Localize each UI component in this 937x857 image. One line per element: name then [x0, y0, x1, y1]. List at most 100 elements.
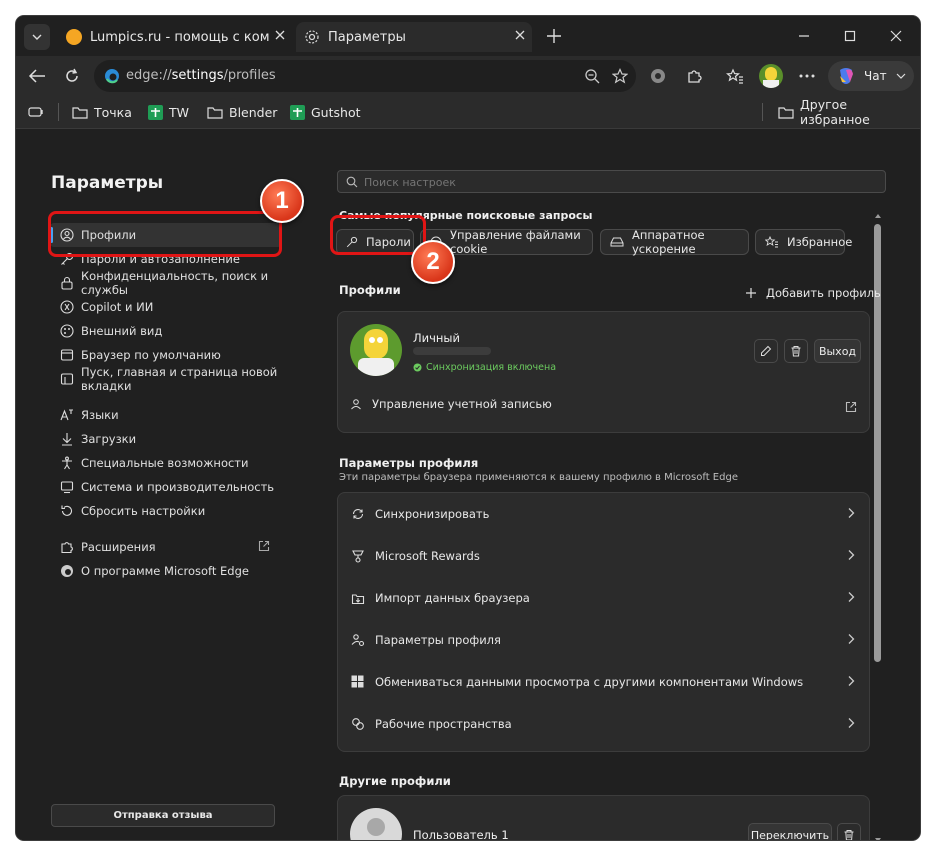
search-settings-field[interactable] [337, 170, 886, 193]
row-import[interactable]: Импорт данных браузера [338, 577, 869, 619]
favorite-item[interactable]: Точка [72, 103, 132, 121]
import-icon [351, 591, 365, 605]
extensions-icon[interactable] [686, 68, 702, 84]
row-rewards[interactable]: Microsoft Rewards [338, 535, 869, 577]
row-profile-preferences[interactable]: Параметры профиля [338, 619, 869, 661]
pencil-icon [761, 345, 772, 356]
step-badge-1: 1 [260, 179, 304, 223]
sidebar-item-extensions[interactable]: Расширения [50, 536, 282, 558]
row-windows-share[interactable]: Обмениваться данными просмотра с другими… [338, 661, 869, 703]
avatar-face [765, 67, 777, 81]
minimize-icon[interactable] [798, 30, 810, 42]
scrollbar[interactable] [873, 209, 883, 840]
home-icon [60, 372, 74, 386]
feedback-button[interactable]: Отправка отзыва [51, 804, 275, 827]
favorite-star-icon[interactable] [612, 68, 628, 84]
sheet-icon [148, 104, 163, 120]
avatar[interactable] [759, 64, 783, 88]
chip-label: Аппаратное ускорение [632, 228, 705, 256]
new-tab-icon[interactable] [546, 28, 562, 44]
favorites-icon[interactable] [726, 68, 744, 84]
delete-profile-button[interactable] [784, 339, 808, 363]
external-link-icon[interactable] [845, 401, 857, 413]
scroll-up-icon [875, 214, 881, 218]
logout-button[interactable]: Выход [814, 339, 861, 363]
close-tab-icon[interactable] [274, 29, 286, 41]
sidebar-item-label: Специальные возможности [81, 456, 249, 470]
folder-icon [72, 105, 88, 119]
sidebar-item-privacy[interactable]: Конфиденциальность, поиск и службы [50, 269, 282, 297]
sidebar-item-label: Система и производительность [81, 480, 275, 494]
rewards-icon [351, 549, 365, 563]
profile-avatar [350, 324, 402, 376]
row-label: Импорт данных браузера [375, 591, 530, 605]
search-input[interactable] [362, 173, 866, 191]
tab-lumpics[interactable]: Lumpics.ru - помощь с компьюте [58, 22, 294, 52]
tab-actions-button[interactable] [24, 24, 50, 50]
favorite-item[interactable]: Blender [207, 103, 277, 121]
copilot-chat-button[interactable]: Чат [828, 61, 914, 91]
sidebar-item-label: Браузер по умолчанию [81, 348, 221, 362]
sidebar-item-accessibility[interactable]: Специальные возможности [50, 452, 282, 474]
appearance-icon [60, 324, 74, 338]
sidebar-item-label: Загрузки [81, 432, 137, 446]
check-circle-icon [413, 363, 422, 372]
other-favorites[interactable]: Другое избранное [778, 97, 920, 127]
close-tab-icon[interactable] [514, 29, 526, 41]
chevron-right-icon [848, 634, 855, 644]
chat-label: Чат [864, 69, 887, 83]
profile-settings-title: Параметры профиля [339, 456, 479, 470]
sidebar-item-downloads[interactable]: Загрузки [50, 428, 282, 450]
chip-label: Управление файлами cookie [450, 228, 581, 256]
sidebar-item-system[interactable]: Система и производительность [50, 476, 282, 498]
tab-settings[interactable]: Параметры [296, 22, 532, 52]
refresh-icon[interactable] [64, 68, 80, 84]
close-window-icon[interactable] [890, 30, 902, 42]
navigation-toolbar: edge://settings/profiles Чат [16, 56, 920, 96]
edit-profile-button[interactable] [754, 339, 778, 363]
chevron-right-icon [848, 508, 855, 518]
profile-email-blurred [413, 347, 491, 355]
manage-account-link[interactable]: Управление учетной записью [350, 396, 552, 412]
row-workspaces[interactable]: Рабочие пространства [338, 703, 869, 745]
add-profile-button[interactable]: Добавить профиль [745, 285, 881, 301]
more-icon[interactable] [798, 68, 816, 84]
address-url: edge://settings/profiles [126, 68, 276, 83]
favorite-item[interactable]: Gutshot [290, 103, 361, 121]
sidebar-item-label: Расширения [81, 540, 156, 554]
sidebar-item-copilot[interactable]: Copilot и ИИ [50, 296, 282, 318]
sidebar-item-appearance[interactable]: Внешний вид [50, 320, 282, 342]
highlight-box-profiles [48, 211, 282, 257]
workspaces-icon [351, 717, 365, 731]
delete-other-profile-button[interactable] [837, 823, 861, 840]
back-icon[interactable] [28, 68, 46, 84]
sidebar-item-reset[interactable]: Сбросить настройки [50, 500, 282, 522]
switch-profile-button[interactable]: Переключить [748, 823, 832, 840]
copilot-icon [60, 300, 74, 314]
collections-icon[interactable] [28, 105, 44, 119]
extensions-icon [60, 540, 74, 554]
sidebar-item-start-home[interactable]: Пуск, главная и страница новой вкладки [50, 365, 282, 393]
lock-icon [60, 276, 74, 290]
profiles-section-title: Профили [339, 283, 401, 297]
address-bar[interactable]: edge://settings/profiles [94, 60, 636, 92]
sync-icon [351, 507, 365, 521]
extension-puzzle-icon[interactable] [650, 68, 666, 84]
zoom-icon[interactable] [584, 68, 600, 84]
avatar-face [364, 329, 388, 359]
reset-icon [60, 504, 74, 518]
sidebar-item-about[interactable]: О программе Microsoft Edge [50, 560, 282, 582]
maximize-icon[interactable] [844, 30, 856, 42]
other-profile-name: Пользователь 1 [413, 828, 509, 840]
favorite-label: Blender [229, 104, 278, 120]
chip-favorites[interactable]: Избранное [755, 229, 852, 255]
chevron-down-icon [896, 71, 906, 81]
sidebar-item-languages[interactable]: Языки [50, 404, 282, 426]
edge-icon [104, 68, 120, 84]
favorite-item[interactable]: TW [148, 103, 189, 121]
row-label: Параметры профиля [375, 633, 501, 647]
sidebar-item-default-browser[interactable]: Браузер по умолчанию [50, 344, 282, 366]
row-sync[interactable]: Синхронизировать [338, 493, 869, 535]
windows-icon [351, 675, 365, 689]
chip-hardware-acceleration[interactable]: Аппаратное ускорение [600, 228, 749, 256]
